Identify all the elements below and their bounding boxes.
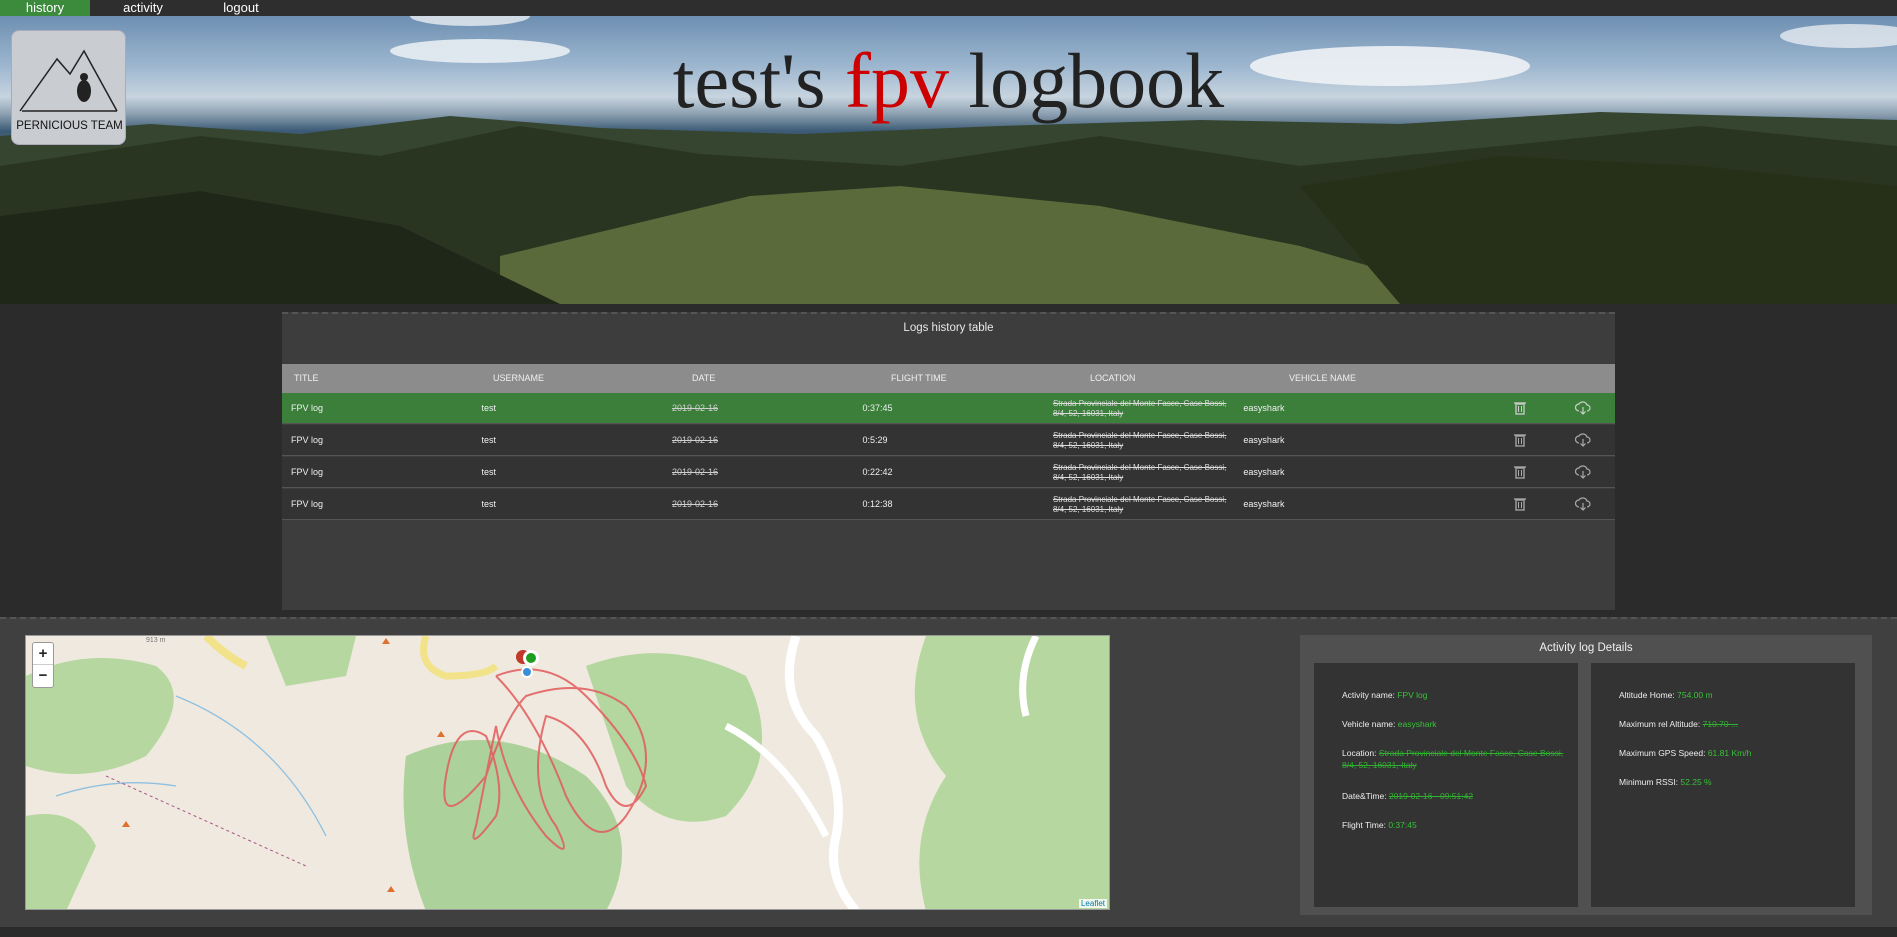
- svg-text:628 m: 628 m: [586, 636, 606, 638]
- cloud-download-icon: [1575, 497, 1591, 511]
- cell-vehicle: easyshark: [1243, 467, 1285, 477]
- col-vehicle-name[interactable]: VEHICLE NAME: [1277, 364, 1476, 393]
- cell-location: Strada Provinciale del Monte Fasce, Case…: [1052, 495, 1227, 514]
- download-button[interactable]: [1552, 457, 1615, 487]
- title-logbook: logbook: [949, 37, 1225, 124]
- cell-date: 2019-02-16: [671, 435, 719, 445]
- cell-title: FPV log: [291, 467, 324, 477]
- logs-table-title: Logs history table: [903, 322, 994, 334]
- map-tiles: 913 m 628 m: [26, 636, 1109, 909]
- map-attribution-link[interactable]: Leaflet: [1078, 899, 1107, 908]
- zoom-control: + −: [32, 642, 54, 688]
- details-title: Activity log Details: [1539, 642, 1633, 654]
- details-left-column: Activity name: FPV log Vehicle name: eas…: [1314, 663, 1578, 907]
- cell-username: test: [481, 499, 496, 509]
- zoom-in-button[interactable]: +: [33, 643, 53, 665]
- details-right-column: Altitude Home: 754.00 m Maximum rel Alti…: [1591, 663, 1855, 907]
- activity-section: 913 m 628 m + − Leaflet Activity log Det…: [0, 617, 1897, 927]
- zoom-out-button[interactable]: −: [33, 665, 53, 687]
- download-button[interactable]: [1552, 425, 1615, 455]
- cell-location: Strada Provinciale del Monte Fasce, Case…: [1052, 399, 1227, 418]
- detail-altitude-home: Altitude Home: 754.00 m: [1619, 690, 1713, 700]
- table-row[interactable]: FPV log test 2019-02-16 0:37:45 Strada P…: [282, 393, 1615, 424]
- title-owner: test's: [672, 37, 846, 124]
- detail-max-rel-altitude: Maximum rel Altitude: 710.70 ...: [1619, 719, 1739, 729]
- cell-flight-time: 0:5:29: [862, 435, 888, 445]
- cell-vehicle: easyshark: [1243, 435, 1285, 445]
- detail-activity-name: Activity name: FPV log: [1342, 690, 1428, 700]
- cell-date: 2019-02-16: [671, 467, 719, 477]
- cell-location: Strada Provinciale del Monte Fasce, Case…: [1052, 463, 1227, 482]
- start-marker-icon[interactable]: [523, 650, 539, 666]
- cell-flight-time: 0:12:38: [862, 499, 893, 509]
- trash-icon: [1514, 434, 1527, 447]
- col-flight-time[interactable]: FLIGHT TIME: [879, 364, 1078, 393]
- col-date[interactable]: DATE: [680, 364, 879, 393]
- cell-title: FPV log: [291, 403, 324, 413]
- col-username[interactable]: USERNAME: [481, 364, 680, 393]
- trash-icon: [1514, 402, 1527, 415]
- table-row[interactable]: FPV log test 2019-02-16 0:12:38 Strada P…: [282, 489, 1615, 520]
- cell-flight-time: 0:22:42: [862, 467, 893, 477]
- cloud-download-icon: [1575, 465, 1591, 479]
- detail-max-gps-speed: Maximum GPS Speed: 61.81 Km/h: [1619, 748, 1752, 758]
- table-header: TITLE USERNAME DATE FLIGHT TIME LOCATION…: [282, 364, 1615, 393]
- cell-username: test: [481, 435, 496, 445]
- delete-button[interactable]: [1489, 425, 1552, 455]
- nav-history[interactable]: history: [0, 0, 90, 16]
- cell-vehicle: easyshark: [1243, 499, 1285, 509]
- cell-title: FPV log: [291, 499, 324, 509]
- delete-button[interactable]: [1489, 489, 1552, 519]
- cell-username: test: [481, 467, 496, 477]
- page-title: test's fpv logbook: [0, 36, 1897, 126]
- col-location[interactable]: LOCATION: [1078, 364, 1277, 393]
- table-row[interactable]: FPV log test 2019-02-16 0:22:42 Strada P…: [282, 457, 1615, 488]
- detail-min-rssi: Minimum RSSI: 52.25 %: [1619, 777, 1712, 787]
- flight-map[interactable]: 913 m 628 m + − Leaflet: [25, 635, 1110, 910]
- svg-text:913 m: 913 m: [146, 637, 166, 644]
- logs-panel: Logs history table TITLE USERNAME DATE F…: [282, 312, 1615, 610]
- cell-vehicle: easyshark: [1243, 403, 1285, 413]
- download-button[interactable]: [1552, 489, 1615, 519]
- cell-location: Strada Provinciale del Monte Fasce, Case…: [1052, 431, 1227, 450]
- table-row[interactable]: FPV log test 2019-02-16 0:5:29 Strada Pr…: [282, 425, 1615, 456]
- cloud-download-icon: [1575, 401, 1591, 415]
- title-accent: fpv: [845, 37, 950, 124]
- cloud-download-icon: [1575, 433, 1591, 447]
- cell-flight-time: 0:37:45: [862, 403, 893, 413]
- end-marker-icon[interactable]: [521, 666, 533, 678]
- nav-logout[interactable]: logout: [196, 0, 286, 16]
- cell-date: 2019-02-16: [671, 403, 719, 413]
- cell-date: 2019-02-16: [671, 499, 719, 509]
- col-title[interactable]: TITLE: [282, 364, 481, 393]
- cell-username: test: [481, 403, 496, 413]
- download-button[interactable]: [1552, 393, 1615, 423]
- activity-details-panel: Activity log Details Activity name: FPV …: [1300, 635, 1872, 915]
- cell-title: FPV log: [291, 435, 324, 445]
- header-banner: PERNICIOUS TEAM test's fpv logbook: [0, 16, 1897, 304]
- delete-button[interactable]: [1489, 393, 1552, 423]
- trash-icon: [1514, 498, 1527, 511]
- trash-icon: [1514, 466, 1527, 479]
- nav-activity[interactable]: activity: [98, 0, 188, 16]
- detail-vehicle-name: Vehicle name: easyshark: [1342, 719, 1437, 729]
- top-nav: history activity logout: [0, 0, 1897, 16]
- detail-flight-time: Flight Time: 0:37:45: [1342, 820, 1417, 830]
- delete-button[interactable]: [1489, 457, 1552, 487]
- detail-location: Location: Strada Provinciale del Monte F…: [1342, 748, 1564, 770]
- detail-date-time: Date&Time: 2019-02-16 - 09:51:42: [1342, 791, 1474, 801]
